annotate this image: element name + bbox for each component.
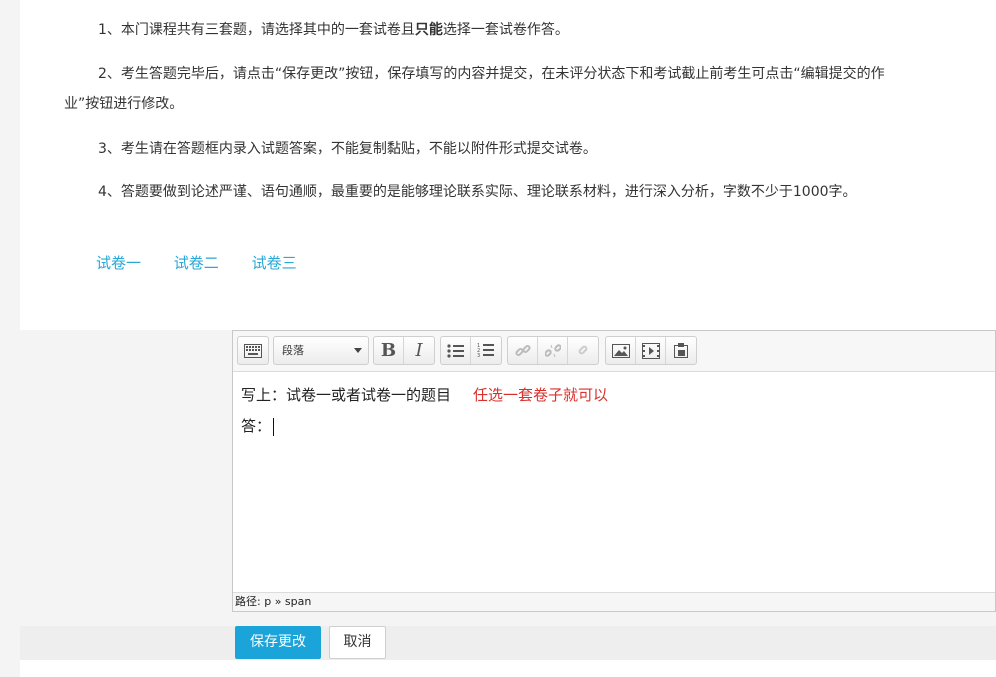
toolbar-group-links [507,336,599,365]
italic-icon[interactable]: I [404,337,434,364]
instruction-4: 4、答题要做到论述严谨、语句通顺，最重要的是能够理论联系实际、理论联系材料，进行… [98,184,857,200]
instruction-1-bold: 只能 [414,22,443,38]
button-row [20,626,996,660]
link-icon[interactable] [508,337,538,364]
instruction-1-text-end: 选择一套试卷作答。 [442,22,569,38]
numbered-list-icon[interactable]: 123 [471,337,501,364]
editor-toolbar: 段落 B I 123 [233,331,995,372]
editor-line-2-text: 答： [241,417,272,435]
unlink-icon[interactable] [538,337,568,364]
editor-path-bar: 路径: p » span [233,592,995,611]
instruction-1-text: 1、本门课程共有三套题，请选择其中的一套试卷且 [98,22,415,38]
editor-line-2: 答： [241,411,987,442]
bottom-strip [20,660,996,677]
image-icon[interactable] [606,337,636,364]
paper-link-2[interactable]: 试卷二 [174,252,219,273]
paste-icon[interactable] [666,337,696,364]
anchor-icon[interactable] [568,337,598,364]
chevron-down-icon [354,348,362,353]
path-label: 路径: [235,595,261,608]
instruction-1: 1、本门课程共有三套题，请选择其中的一套试卷且只能选择一套试卷作答。 [64,15,914,45]
paper-link-1[interactable]: 试卷一 [96,252,141,273]
save-button[interactable]: 保存更改 [235,626,321,659]
bullet-list-icon[interactable] [441,337,471,364]
toolbar-group-keyboard [237,336,269,365]
svg-text:3: 3 [477,353,480,358]
bold-icon[interactable]: B [374,337,404,364]
toolbar-group-lists: 123 [440,336,502,365]
instruction-2: 2、考生答题完毕后，请点击“保存更改”按钮，保存填写的内容并提交，在未评分状态下… [64,66,885,112]
path-value: p » span [264,595,312,608]
editor-line-1-text: 写上：试卷一或者试卷一的题目 [241,386,452,404]
format-select-value: 段落 [282,344,304,357]
instructions-panel [20,0,996,330]
paper-link-3[interactable]: 试卷三 [252,252,297,273]
rich-text-editor: 段落 B I 123 写上：试卷一或者试卷一的题目 任选一套卷子就可以 答： 路… [232,330,996,612]
toolbar-group-media [605,336,697,365]
media-icon[interactable] [636,337,666,364]
instruction-3: 3、考生请在答题框内录入试题答案，不能复制黏贴，不能以附件形式提交试卷。 [98,141,597,157]
editor-line-1: 写上：试卷一或者试卷一的题目 任选一套卷子就可以 [241,380,987,411]
toolbar-group-text: B I [373,336,435,365]
keyboard-icon[interactable] [238,337,268,364]
text-cursor [273,417,275,436]
format-select[interactable]: 段落 [273,336,369,365]
paper-links: 试卷一 试卷二 试卷三 [96,252,325,273]
editor-note-red: 任选一套卷子就可以 [473,386,609,404]
editor-content-area[interactable]: 写上：试卷一或者试卷一的题目 任选一套卷子就可以 答： [233,372,995,594]
cancel-button[interactable]: 取消 [329,626,386,659]
